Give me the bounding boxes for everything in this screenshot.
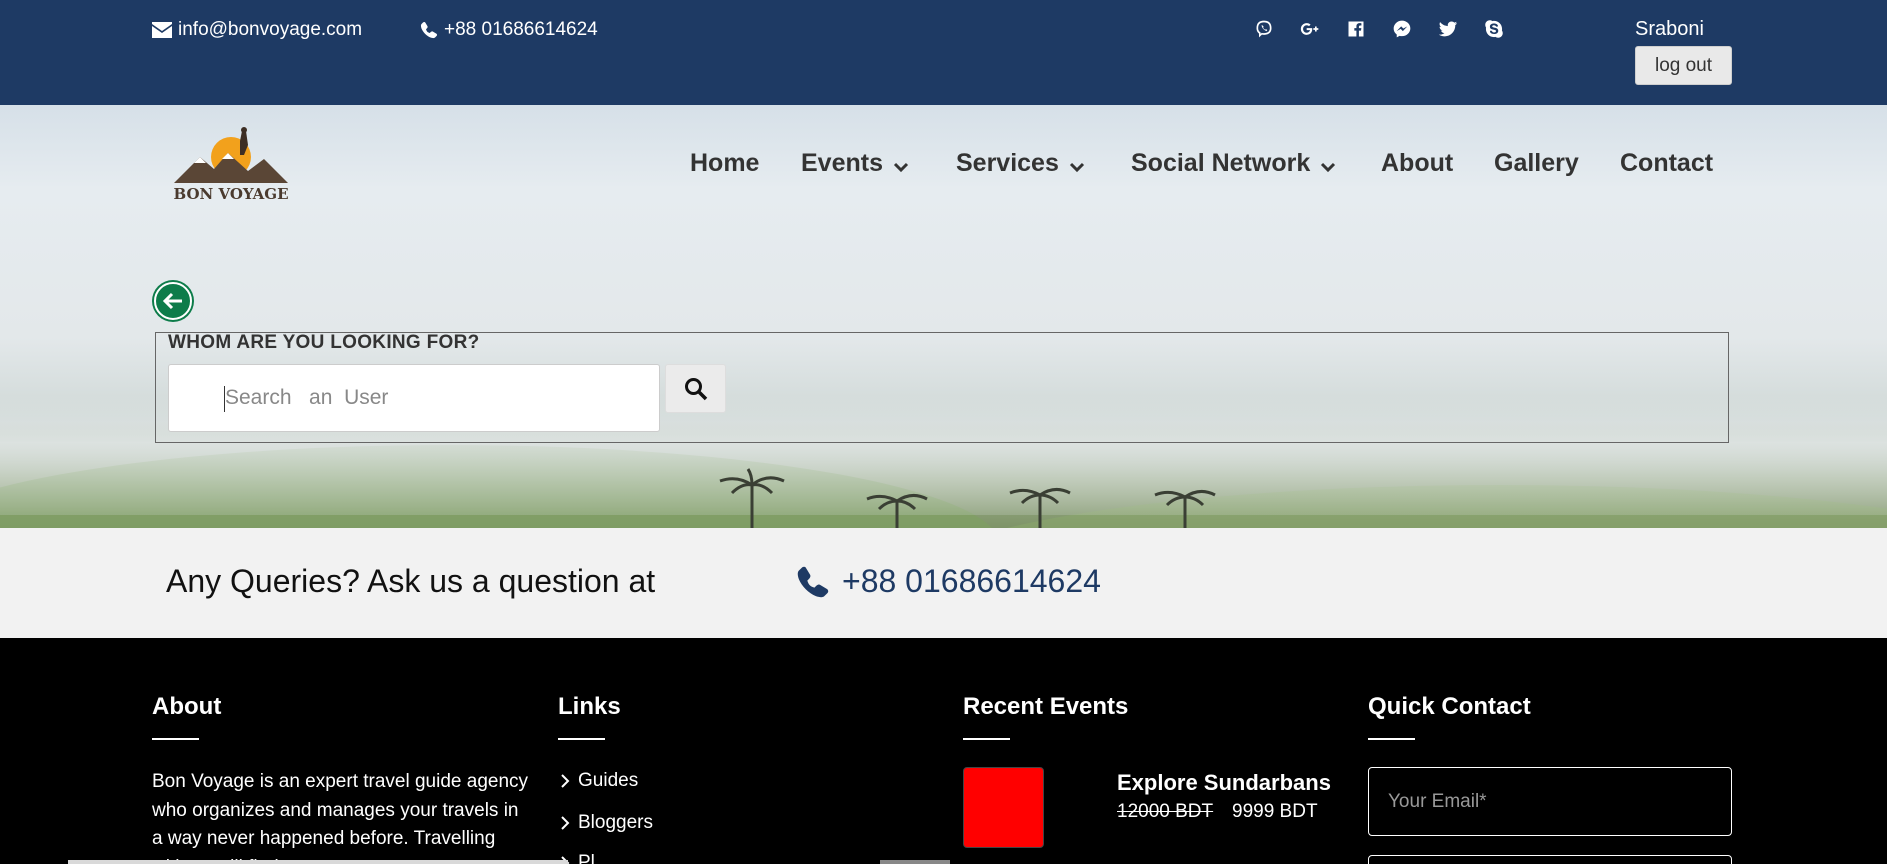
text-caret <box>224 386 225 412</box>
queries-phone-link[interactable]: +88 01686614624 <box>796 563 1101 600</box>
google-plus-icon[interactable] <box>1298 17 1322 41</box>
footer-about-title: About <box>152 693 222 720</box>
queries-band: Any Queries? Ask us a question at +88 01… <box>0 528 1887 638</box>
palm-tree-icon <box>719 468 785 528</box>
chevron-down-icon <box>1321 162 1336 172</box>
footer-link-bloggers[interactable]: Bloggers <box>558 812 653 834</box>
footer: About Bon Voyage is an expert travel gui… <box>0 638 1887 864</box>
search-legend: WHOM ARE YOU LOOKING FOR? <box>168 332 480 353</box>
social-links <box>1252 17 1506 41</box>
palm-tree-icon <box>1154 490 1216 528</box>
event-old-price: 12000 BDT <box>1117 801 1214 822</box>
phone-contact[interactable]: +88 01686614624 <box>420 19 598 41</box>
footer-divider <box>558 738 605 740</box>
footer-link-label: Pl <box>578 852 595 864</box>
nav-contact-label: Contact <box>1620 149 1714 177</box>
chevron-down-icon <box>893 162 909 172</box>
nav-social-network[interactable]: Social Network <box>1131 149 1336 178</box>
nav-services[interactable]: Services <box>956 149 1085 178</box>
nav-services-label: Services <box>956 149 1059 177</box>
footer-divider <box>963 738 1010 740</box>
email-contact[interactable]: info@bonvoyage.com <box>152 19 362 41</box>
footer-link-label: Bloggers <box>578 812 653 833</box>
nav-home[interactable]: Home <box>690 149 759 178</box>
footer-quick-contact-title: Quick Contact <box>1368 693 1531 720</box>
logout-button[interactable]: log out <box>1635 46 1732 85</box>
search-button[interactable] <box>665 364 726 413</box>
messenger-icon[interactable] <box>1390 17 1414 41</box>
search-icon <box>684 377 707 400</box>
phone-text: +88 01686614624 <box>444 19 598 40</box>
twitter-icon[interactable] <box>1436 17 1460 41</box>
viber-icon[interactable] <box>1252 17 1276 41</box>
bon-voyage-logo[interactable]: BON VOYAGE <box>170 127 292 207</box>
arrow-left-icon <box>162 292 182 310</box>
skype-icon[interactable] <box>1482 17 1506 41</box>
event-thumbnail[interactable] <box>963 767 1044 848</box>
event-new-price: 9999 BDT <box>1232 801 1318 822</box>
quick-contact-next-field[interactable] <box>1368 855 1732 864</box>
hero-section: BON VOYAGE Home Events Services Social N… <box>0 105 1887 528</box>
nav-gallery-label: Gallery <box>1494 149 1579 177</box>
nav-about-label: About <box>1381 149 1454 177</box>
back-button[interactable] <box>154 282 192 320</box>
username: Sraboni <box>1635 18 1704 40</box>
nav-gallery[interactable]: Gallery <box>1494 149 1579 178</box>
facebook-icon[interactable] <box>1344 17 1368 41</box>
quick-contact-email-field[interactable] <box>1368 767 1732 836</box>
footer-links-title: Links <box>558 693 621 720</box>
nav-home-label: Home <box>690 149 760 177</box>
svg-text:BON VOYAGE: BON VOYAGE <box>173 185 288 203</box>
chevron-right-icon <box>561 774 570 788</box>
queries-text: Any Queries? Ask us a question at <box>166 563 656 599</box>
footer-divider <box>1368 738 1415 740</box>
envelope-icon <box>152 22 172 38</box>
nav-social-network-label: Social Network <box>1131 149 1311 177</box>
chevron-down-icon <box>1069 162 1084 172</box>
horizontal-scrollbar[interactable] <box>68 860 568 864</box>
top-bar: info@bonvoyage.com +88 01686614624 Srabo… <box>0 0 1887 105</box>
nav-events[interactable]: Events <box>801 149 909 178</box>
horizontal-scrollbar-thumb[interactable] <box>880 860 950 864</box>
nav-contact[interactable]: Contact <box>1620 149 1713 178</box>
footer-divider <box>152 738 199 740</box>
nav-about[interactable]: About <box>1381 149 1453 178</box>
palm-tree-icon <box>1009 488 1071 528</box>
chevron-right-icon <box>561 816 570 830</box>
footer-link-label: Guides <box>578 770 639 791</box>
event-title[interactable]: Explore Sundarbans <box>1117 770 1331 796</box>
footer-recent-events-title: Recent Events <box>963 693 1129 720</box>
footer-about-text: Bon Voyage is an expert travel guide age… <box>152 771 529 864</box>
phone-icon <box>420 21 438 39</box>
nav-events-label: Events <box>801 149 883 177</box>
user-search-input[interactable] <box>168 364 660 432</box>
palm-tree-icon <box>866 494 928 528</box>
phone-icon <box>797 566 829 597</box>
queries-phone-text: +88 01686614624 <box>842 563 1101 599</box>
footer-link-guides[interactable]: Guides <box>558 770 638 792</box>
email-text: info@bonvoyage.com <box>178 19 363 40</box>
